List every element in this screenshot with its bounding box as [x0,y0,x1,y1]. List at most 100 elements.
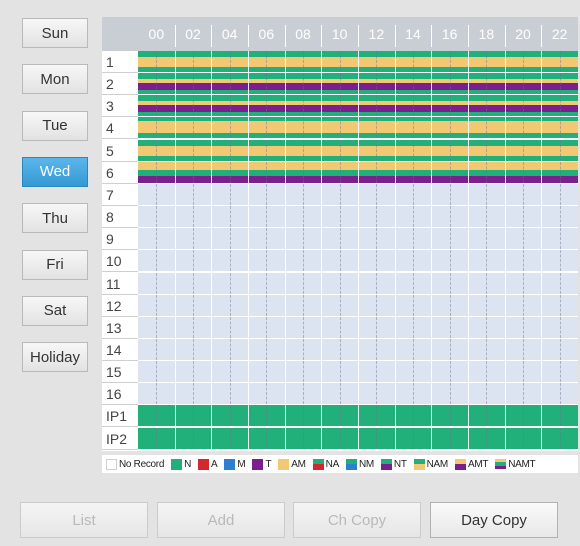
hour-gridline [156,427,158,449]
channel-schedule-row[interactable] [138,405,578,428]
hour-gridline [541,51,543,72]
hour-gridline [248,250,249,272]
hour-gridline [541,206,543,228]
channel-schedule-row[interactable] [138,161,578,184]
channel-schedule-row[interactable] [138,272,578,295]
hour-gridline [229,117,231,139]
hour-gridline [559,117,561,139]
hour-separator [248,25,249,47]
hour-gridline [486,361,488,383]
hour-gridline [156,294,158,316]
hour-label: 04 [221,26,238,42]
channel-schedule-row[interactable] [138,361,578,384]
hour-gridline [394,316,396,338]
legend-swatch [454,458,466,470]
hour-gridline [431,51,433,72]
channel-schedule-row[interactable] [138,250,578,273]
hour-gridline [321,405,323,427]
add-button[interactable]: Add [157,502,285,538]
hour-gridline [321,183,323,205]
hour-gridline [358,338,359,360]
day-copy-button[interactable]: Day Copy [430,502,558,538]
hour-gridline [376,272,378,294]
hour-gridline [468,427,469,449]
day-button-thu[interactable]: Thu [22,203,88,234]
hour-gridline [193,183,194,205]
hour-gridline [266,95,268,117]
hour-gridline [358,95,359,117]
hour-gridline [358,316,359,338]
hour-gridline [431,139,433,161]
hour-header: 00 02 04 06 08 10 12 14 16 18 20 22 [138,17,578,51]
channel-schedule-row[interactable] [138,206,578,229]
hour-gridline [174,95,176,117]
channel-label: 14 [102,338,138,361]
hour-gridline [193,361,194,383]
hour-gridline [486,161,488,183]
channel-schedule-row[interactable] [138,316,578,339]
hour-gridline [211,117,213,139]
hour-gridline [504,95,506,117]
channel-label: 9 [102,228,138,251]
channel-schedule-row[interactable] [138,338,578,361]
day-button-sat[interactable]: Sat [22,295,88,326]
hour-gridline [523,383,524,405]
hour-gridline [504,73,506,95]
channel-schedule-row[interactable] [138,139,578,162]
channel-schedule-row[interactable] [138,117,578,140]
hour-gridline [559,338,561,360]
hour-gridline [376,405,378,427]
hour-gridline [156,51,158,72]
hour-gridline [559,272,561,294]
hour-gridline [211,250,213,272]
legend-item: T [248,458,272,470]
hour-gridline [468,51,469,72]
hour-gridline [266,51,268,72]
ch-copy-button[interactable]: Ch Copy [293,502,421,538]
hour-gridline [468,161,469,183]
hour-gridline [523,139,524,161]
channel-schedule-row[interactable] [138,383,578,406]
hour-gridline [376,183,378,205]
hour-gridline [523,405,524,427]
hour-gridline [523,161,524,183]
hour-gridline [284,139,286,161]
day-button-fri[interactable]: Fri [22,249,88,280]
hour-gridline [504,206,506,228]
channel-schedule-row[interactable] [138,183,578,206]
channel-schedule-row[interactable] [138,95,578,118]
day-button-holiday[interactable]: Holiday [22,342,88,373]
hour-gridline [229,405,231,427]
hour-gridline [211,427,213,449]
day-button-sun[interactable]: Sun [22,18,88,48]
channel-schedule-row[interactable] [138,427,578,450]
hour-gridline [339,139,341,161]
hour-gridline [376,139,378,161]
hour-gridline [211,361,213,383]
hour-gridline [174,51,176,72]
hour-gridline [156,117,158,139]
hour-gridline [266,361,268,383]
channel-schedule-row[interactable] [138,228,578,251]
hour-gridline [486,338,488,360]
channel-schedule-row[interactable] [138,73,578,96]
hour-gridline [468,139,469,161]
hour-gridline [339,183,341,205]
hour-gridline [468,95,469,117]
hour-gridline [266,161,268,183]
day-button-tue[interactable]: Tue [22,110,88,141]
day-button-wed[interactable]: Wed [22,156,88,187]
hour-gridline [321,427,323,449]
channel-schedule-row[interactable] [138,51,578,73]
hour-gridline [468,338,469,360]
hour-gridline [211,161,213,183]
channel-schedule-row[interactable] [138,294,578,317]
hour-gridline [449,95,451,117]
hour-gridline [174,206,176,228]
hour-gridline [266,139,268,161]
hour-gridline [523,51,524,72]
list-button[interactable]: List [20,502,148,538]
hour-gridline [376,73,378,95]
day-button-mon[interactable]: Mon [22,64,88,95]
hour-gridline [284,427,286,449]
